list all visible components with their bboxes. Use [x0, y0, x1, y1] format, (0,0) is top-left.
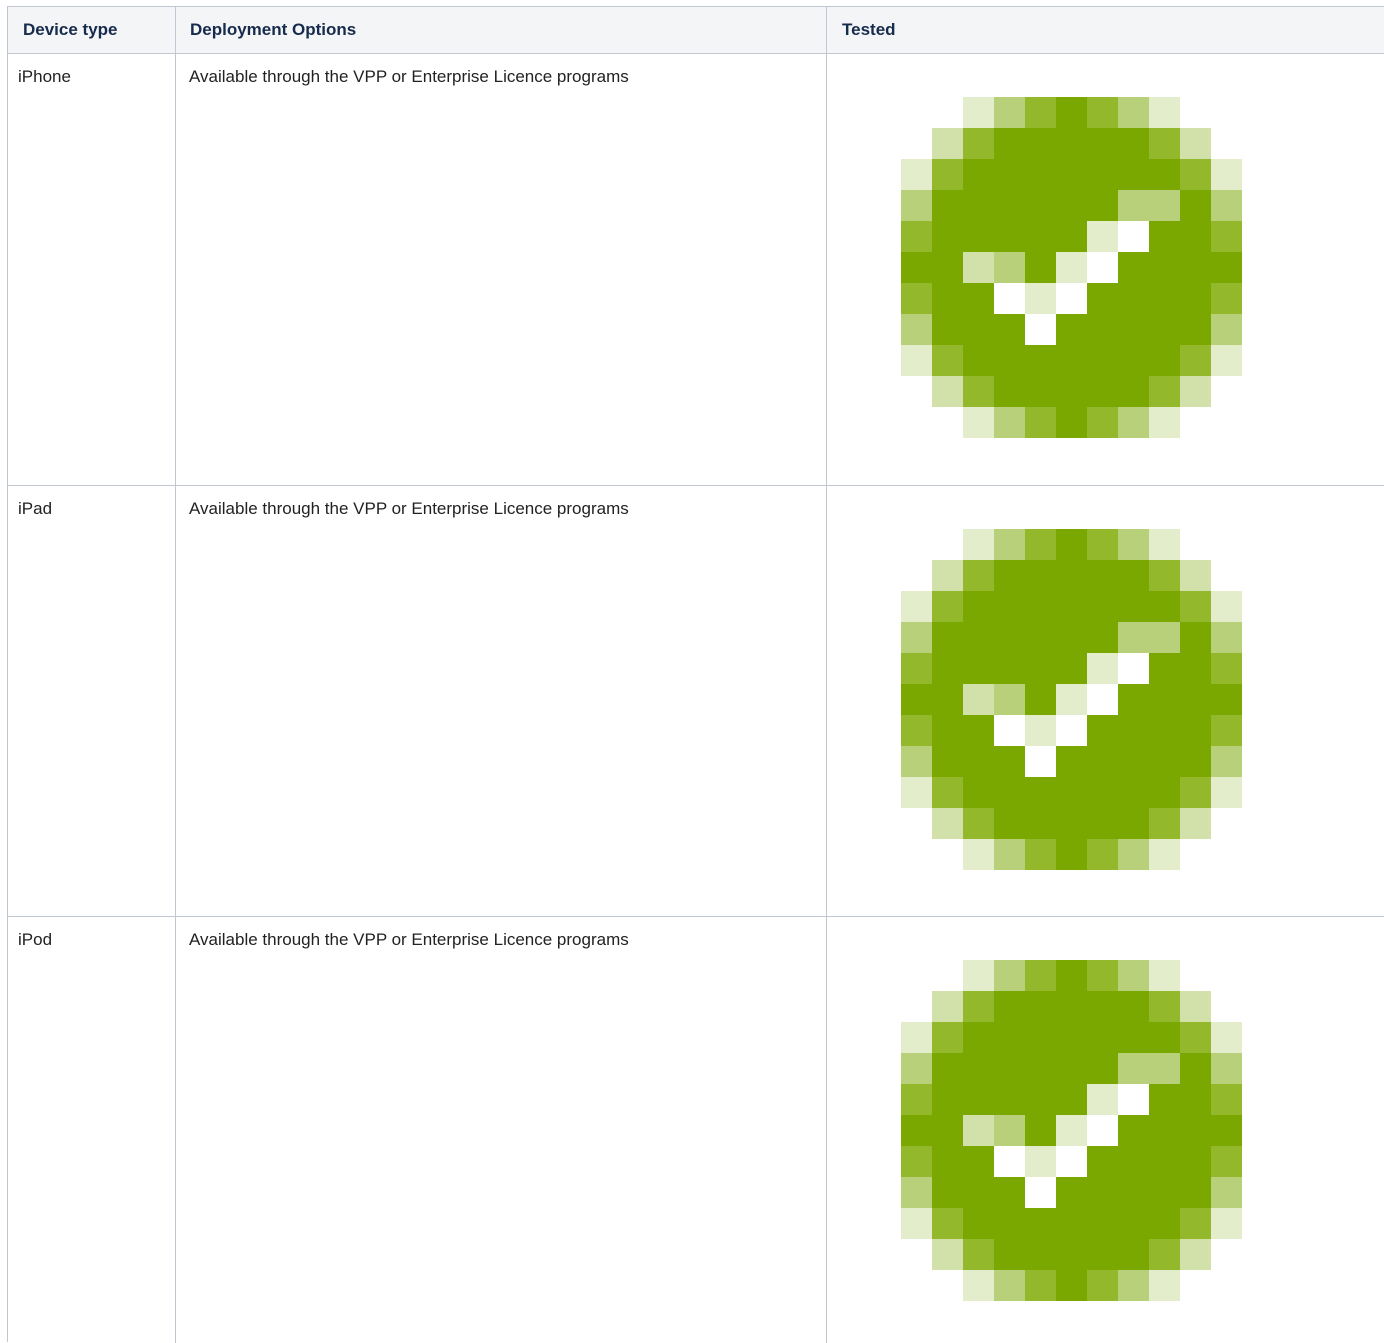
deployment-options-cell: Available through the VPP or Enterprise …: [176, 917, 827, 1343]
header-deployment-options: Deployment Options: [176, 7, 827, 53]
table-row: iPod Available through the VPP or Enterp…: [8, 917, 1384, 1343]
tested-cell: [827, 486, 1384, 916]
header-device-type: Device type: [8, 7, 176, 53]
deployment-options-cell: Available through the VPP or Enterprise …: [176, 486, 827, 916]
table-row: iPhone Available through the VPP or Ente…: [8, 54, 1384, 486]
device-table: Device type Deployment Options Tested iP…: [7, 6, 1384, 1343]
check-icon-graphic: [901, 960, 1242, 1301]
table-row: iPad Available through the VPP or Enterp…: [8, 486, 1384, 917]
header-tested: Tested: [842, 20, 896, 39]
check-icon-graphic: [901, 97, 1242, 438]
check-icon: [901, 529, 1244, 872]
deployment-options-cell: Available through the VPP or Enterprise …: [176, 54, 827, 485]
check-icon: [901, 97, 1244, 440]
table-header-row: Device type Deployment Options Tested: [8, 7, 1384, 54]
device-type-cell: iPad: [8, 486, 176, 916]
device-type-cell: iPhone: [8, 54, 176, 485]
tested-cell: [827, 54, 1384, 485]
tested-cell: [827, 917, 1384, 1343]
check-icon-graphic: [901, 529, 1242, 870]
check-icon: [901, 960, 1244, 1303]
device-type-cell: iPod: [8, 917, 176, 1343]
